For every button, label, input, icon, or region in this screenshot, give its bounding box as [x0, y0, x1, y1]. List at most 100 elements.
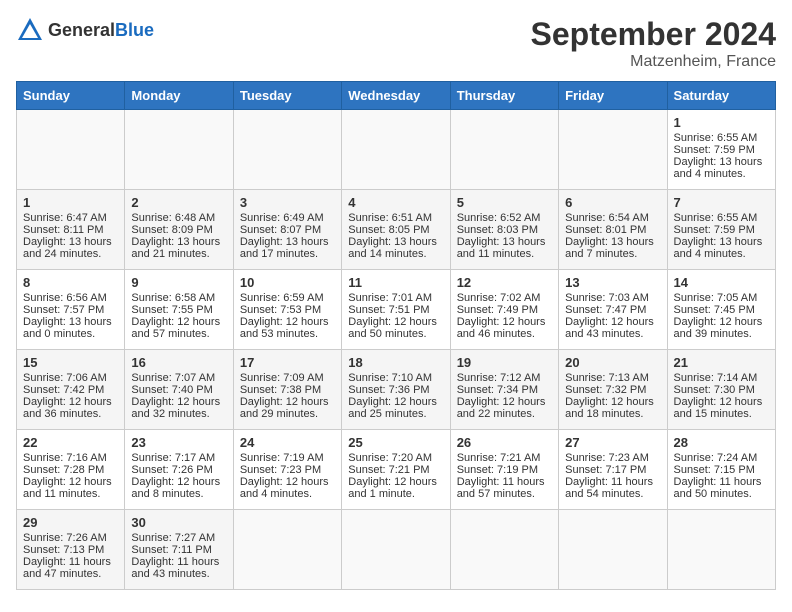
sunset-text: Sunset: 7:42 PM: [23, 384, 118, 396]
day-number: 14: [674, 275, 769, 290]
calendar-cell: 4Sunrise: 6:51 AMSunset: 8:05 PMDaylight…: [342, 190, 450, 270]
daylight-text: Daylight: 13 hours and 4 minutes.: [674, 156, 769, 180]
calendar-cell: [559, 110, 667, 190]
logo-general: General: [48, 20, 115, 40]
week-row-4: 15Sunrise: 7:06 AMSunset: 7:42 PMDayligh…: [17, 350, 776, 430]
calendar-cell: 5Sunrise: 6:52 AMSunset: 8:03 PMDaylight…: [450, 190, 558, 270]
day-header-saturday: Saturday: [667, 82, 775, 110]
sunset-text: Sunset: 7:34 PM: [457, 384, 552, 396]
day-number: 29: [23, 515, 118, 530]
day-number: 18: [348, 355, 443, 370]
sunset-text: Sunset: 8:03 PM: [457, 224, 552, 236]
calendar-cell: 19Sunrise: 7:12 AMSunset: 7:34 PMDayligh…: [450, 350, 558, 430]
daylight-text: Daylight: 12 hours and 29 minutes.: [240, 396, 335, 420]
day-number: 23: [131, 435, 226, 450]
daylight-text: Daylight: 12 hours and 39 minutes.: [674, 316, 769, 340]
week-row-1: 1Sunrise: 6:55 AMSunset: 7:59 PMDaylight…: [17, 110, 776, 190]
day-number: 16: [131, 355, 226, 370]
day-number: 5: [457, 195, 552, 210]
sunset-text: Sunset: 7:47 PM: [565, 304, 660, 316]
sunrise-text: Sunrise: 7:05 AM: [674, 292, 769, 304]
daylight-text: Daylight: 13 hours and 21 minutes.: [131, 236, 226, 260]
title-block: September 2024 Matzenheim, France: [531, 16, 776, 71]
calendar-cell: 2Sunrise: 6:48 AMSunset: 8:09 PMDaylight…: [125, 190, 233, 270]
calendar-cell: 6Sunrise: 6:54 AMSunset: 8:01 PMDaylight…: [559, 190, 667, 270]
daylight-text: Daylight: 12 hours and 18 minutes.: [565, 396, 660, 420]
week-row-6: 29Sunrise: 7:26 AMSunset: 7:13 PMDayligh…: [17, 510, 776, 590]
sunrise-text: Sunrise: 6:59 AM: [240, 292, 335, 304]
sunrise-text: Sunrise: 7:23 AM: [565, 452, 660, 464]
sunrise-text: Sunrise: 7:14 AM: [674, 372, 769, 384]
sunrise-text: Sunrise: 7:20 AM: [348, 452, 443, 464]
calendar-cell: 20Sunrise: 7:13 AMSunset: 7:32 PMDayligh…: [559, 350, 667, 430]
sunset-text: Sunset: 7:51 PM: [348, 304, 443, 316]
calendar-cell: [233, 110, 341, 190]
calendar-cell: [233, 510, 341, 590]
calendar-cell: [450, 510, 558, 590]
sunset-text: Sunset: 7:38 PM: [240, 384, 335, 396]
day-number: 21: [674, 355, 769, 370]
sunrise-text: Sunrise: 6:48 AM: [131, 212, 226, 224]
sunrise-text: Sunrise: 7:27 AM: [131, 532, 226, 544]
daylight-text: Daylight: 13 hours and 4 minutes.: [674, 236, 769, 260]
day-number: 9: [131, 275, 226, 290]
sunset-text: Sunset: 7:13 PM: [23, 544, 118, 556]
daylight-text: Daylight: 12 hours and 32 minutes.: [131, 396, 226, 420]
sunrise-text: Sunrise: 6:56 AM: [23, 292, 118, 304]
calendar-cell: [342, 110, 450, 190]
sunset-text: Sunset: 7:11 PM: [131, 544, 226, 556]
calendar-cell: [17, 110, 125, 190]
sunset-text: Sunset: 7:59 PM: [674, 224, 769, 236]
daylight-text: Daylight: 13 hours and 7 minutes.: [565, 236, 660, 260]
sunrise-text: Sunrise: 6:55 AM: [674, 212, 769, 224]
calendar-cell: 1Sunrise: 6:47 AMSunset: 8:11 PMDaylight…: [17, 190, 125, 270]
daylight-text: Daylight: 13 hours and 17 minutes.: [240, 236, 335, 260]
sunset-text: Sunset: 7:21 PM: [348, 464, 443, 476]
calendar-cell: 28Sunrise: 7:24 AMSunset: 7:15 PMDayligh…: [667, 430, 775, 510]
sunrise-text: Sunrise: 6:49 AM: [240, 212, 335, 224]
logo-blue: Blue: [115, 20, 154, 40]
daylight-text: Daylight: 11 hours and 43 minutes.: [131, 556, 226, 580]
calendar-cell: 21Sunrise: 7:14 AMSunset: 7:30 PMDayligh…: [667, 350, 775, 430]
sunrise-text: Sunrise: 7:19 AM: [240, 452, 335, 464]
daylight-text: Daylight: 12 hours and 46 minutes.: [457, 316, 552, 340]
sunset-text: Sunset: 8:09 PM: [131, 224, 226, 236]
day-header-wednesday: Wednesday: [342, 82, 450, 110]
month-year: September 2024: [531, 16, 776, 53]
day-header-friday: Friday: [559, 82, 667, 110]
day-number: 11: [348, 275, 443, 290]
day-number: 7: [674, 195, 769, 210]
sunset-text: Sunset: 7:53 PM: [240, 304, 335, 316]
logo-icon: [16, 16, 44, 44]
sunset-text: Sunset: 8:07 PM: [240, 224, 335, 236]
daylight-text: Daylight: 12 hours and 53 minutes.: [240, 316, 335, 340]
daylight-text: Daylight: 12 hours and 36 minutes.: [23, 396, 118, 420]
sunset-text: Sunset: 7:57 PM: [23, 304, 118, 316]
sunrise-text: Sunrise: 7:09 AM: [240, 372, 335, 384]
day-number: 17: [240, 355, 335, 370]
sunrise-text: Sunrise: 7:02 AM: [457, 292, 552, 304]
daylight-text: Daylight: 13 hours and 0 minutes.: [23, 316, 118, 340]
daylight-text: Daylight: 13 hours and 11 minutes.: [457, 236, 552, 260]
sunrise-text: Sunrise: 7:07 AM: [131, 372, 226, 384]
sunset-text: Sunset: 7:15 PM: [674, 464, 769, 476]
day-number: 1: [674, 115, 769, 130]
location: Matzenheim, France: [531, 53, 776, 71]
daylight-text: Daylight: 13 hours and 14 minutes.: [348, 236, 443, 260]
day-header-monday: Monday: [125, 82, 233, 110]
day-number: 8: [23, 275, 118, 290]
daylight-text: Daylight: 12 hours and 1 minute.: [348, 476, 443, 500]
sunrise-text: Sunrise: 6:54 AM: [565, 212, 660, 224]
sunrise-text: Sunrise: 7:03 AM: [565, 292, 660, 304]
day-number: 19: [457, 355, 552, 370]
logo: GeneralBlue: [16, 16, 154, 44]
day-header-thursday: Thursday: [450, 82, 558, 110]
sunrise-text: Sunrise: 7:13 AM: [565, 372, 660, 384]
day-number: 28: [674, 435, 769, 450]
calendar-cell: 24Sunrise: 7:19 AMSunset: 7:23 PMDayligh…: [233, 430, 341, 510]
day-number: 22: [23, 435, 118, 450]
calendar-cell: 7 Sunrise: 6:55 AMSunset: 7:59 PMDaylight…: [667, 190, 775, 270]
calendar-cell: 18Sunrise: 7:10 AMSunset: 7:36 PMDayligh…: [342, 350, 450, 430]
sunrise-text: Sunrise: 7:24 AM: [674, 452, 769, 464]
daylight-text: Daylight: 12 hours and 57 minutes.: [131, 316, 226, 340]
